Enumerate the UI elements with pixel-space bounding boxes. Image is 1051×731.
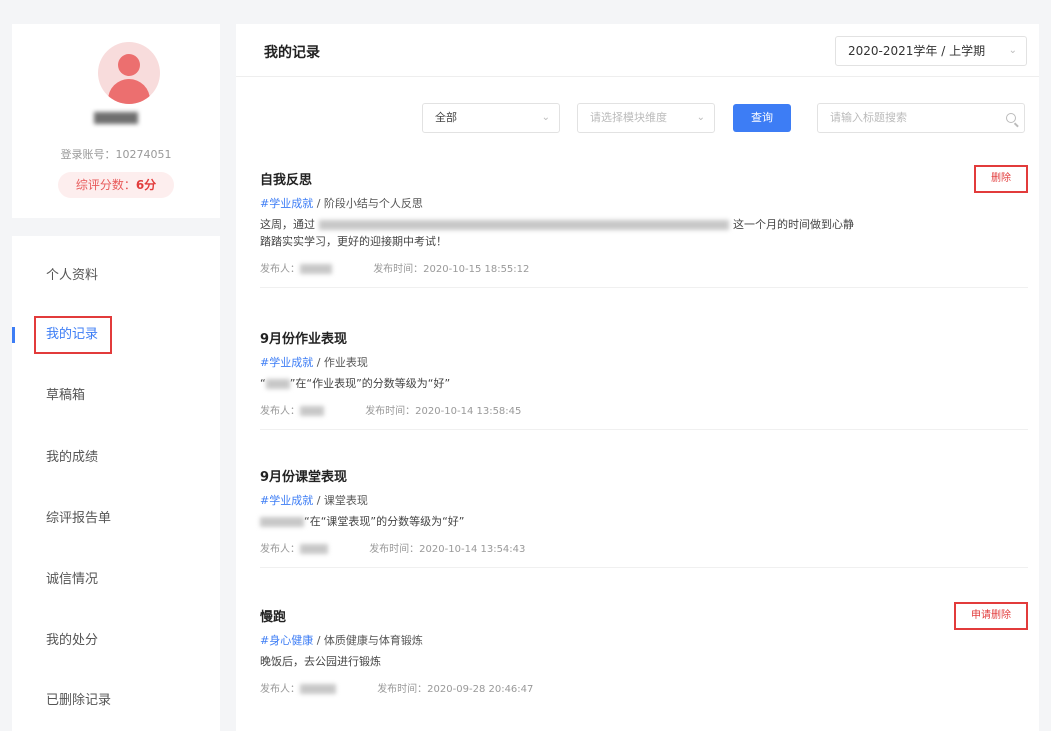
- highlight-box: [34, 316, 112, 354]
- record-meta: 发布人： 发布时间：2020-10-15 18:55:12: [260, 260, 1028, 275]
- record-tag: #学业成就 / 阶段小结与个人反思: [260, 195, 1028, 211]
- request-delete-button[interactable]: 申请删除: [954, 602, 1028, 630]
- profile-card: 登录账号：10274051 综评分数：6分: [12, 24, 220, 218]
- record-category-link[interactable]: #身心健康: [260, 634, 313, 647]
- search-input[interactable]: 请输入标题搜索: [817, 103, 1025, 133]
- record-body: 晚饭后，去公园进行锻炼: [260, 653, 1028, 670]
- record-body-text: 这一个月的时间做到心静: [733, 218, 854, 231]
- publisher-label: 发布人：: [260, 406, 300, 417]
- record-body-text: 踏踏实实学习，更好的迎接期中考试！: [260, 235, 447, 248]
- record-category-link[interactable]: #学业成就: [260, 494, 313, 507]
- record-body: 这周，通过 这一个月的时间做到心静 踏踏实实学习，更好的迎接期中考试！: [260, 216, 1028, 250]
- user-name: [12, 110, 220, 126]
- record-tag: #身心健康 / 体质健康与体育锻炼: [260, 632, 1028, 648]
- record-subcategory: / 体质健康与体育锻炼: [313, 634, 423, 647]
- divider: [236, 76, 1039, 77]
- record-category-link[interactable]: #学业成就: [260, 197, 313, 210]
- redacted-name: [94, 112, 138, 124]
- record-item: 9月份作业表现 #学业成就 / 作业表现 “”在“作业表现”的分数等级为“好” …: [260, 328, 1028, 430]
- page-title: 我的记录: [264, 45, 320, 61]
- record-body: “在“课堂表现”的分数等级为“好”: [260, 513, 1028, 530]
- record-body-text: 这周，通过: [260, 218, 315, 231]
- record-body-text: “在“课堂表现”的分数等级为“好”: [304, 515, 465, 528]
- record-subcategory: / 阶段小结与个人反思: [313, 197, 423, 210]
- publisher-label: 发布人：: [260, 544, 300, 555]
- term-select-value: 2020-2021学年 / 上学期: [848, 44, 986, 58]
- redacted-publisher: [300, 544, 328, 554]
- record-tag: #学业成就 / 作业表现: [260, 354, 1028, 370]
- avatar-body: [108, 79, 150, 104]
- redacted-text: [265, 379, 290, 389]
- redacted-text: [319, 220, 729, 230]
- category-select[interactable]: 全部 ⌄: [422, 103, 560, 133]
- module-select[interactable]: 请选择模块维度 ⌄: [577, 103, 715, 133]
- record-meta: 发布人： 发布时间：2020-10-14 13:58:45: [260, 402, 1028, 417]
- score-label: 综评分数：: [75, 178, 136, 192]
- redacted-publisher: [300, 684, 336, 694]
- sidebar-item-deleted-records[interactable]: 已删除记录: [46, 690, 206, 712]
- record-meta: 发布人： 发布时间：2020-09-28 20:46:47: [260, 680, 1028, 695]
- active-indicator: [12, 327, 15, 343]
- redacted-text: [260, 517, 304, 527]
- record-tag: #学业成就 / 课堂表现: [260, 492, 1028, 508]
- query-button[interactable]: 查询: [733, 104, 791, 132]
- sidebar-item-report-card[interactable]: 综评报告单: [46, 508, 206, 530]
- record-title: 自我反思: [260, 173, 313, 188]
- account-number: 登录账号：10274051: [60, 148, 172, 161]
- sidebar-item-penalties[interactable]: 我的处分: [46, 630, 206, 652]
- sidebar-item-drafts[interactable]: 草稿箱: [46, 385, 206, 407]
- sidebar-item-profile[interactable]: 个人资料: [46, 265, 206, 287]
- search-icon[interactable]: [1006, 113, 1016, 123]
- main-panel: 我的记录 2020-2021学年 / 上学期 ⌄ 全部 ⌄ 请选择模块维度 ⌄ …: [236, 24, 1039, 731]
- record-body-text: 晚饭后，去公园进行锻炼: [260, 655, 381, 668]
- record-item: 自我反思 #学业成就 / 阶段小结与个人反思 这周，通过 这一个月的时间做到心静 …: [260, 165, 1028, 288]
- record-category-link[interactable]: #学业成就: [260, 356, 313, 369]
- publish-time: 发布时间：2020-10-15 18:55:12: [373, 264, 530, 275]
- divider: [260, 567, 1028, 568]
- record-title: 9月份课堂表现: [260, 470, 348, 485]
- publish-time: 发布时间：2020-10-14 13:54:43: [369, 544, 526, 555]
- divider: [260, 287, 1028, 288]
- score-value: 6分: [135, 178, 157, 192]
- record-item: 9月份课堂表现 #学业成就 / 课堂表现 “在“课堂表现”的分数等级为“好” 发…: [260, 466, 1028, 568]
- publish-time: 发布时间：2020-09-28 20:46:47: [377, 684, 534, 695]
- record-item: 慢跑 #身心健康 / 体质健康与体育锻炼 晚饭后，去公园进行锻炼 发布人： 发布…: [260, 602, 1028, 695]
- record-title: 慢跑: [260, 610, 287, 625]
- record-body: “”在“作业表现”的分数等级为“好”: [260, 375, 1028, 392]
- delete-button[interactable]: 删除: [974, 165, 1028, 193]
- term-select[interactable]: 2020-2021学年 / 上学期 ⌄: [835, 36, 1027, 66]
- sidebar-nav: 个人资料 我的记录 草稿箱 我的成绩 综评报告单 诚信情况 我的处分 已删除记录: [12, 236, 220, 731]
- redacted-publisher: [300, 406, 324, 416]
- record-meta: 发布人： 发布时间：2020-10-14 13:54:43: [260, 540, 1028, 555]
- search-placeholder: 请输入标题搜索: [830, 111, 907, 124]
- publisher-label: 发布人：: [260, 264, 300, 275]
- chevron-down-icon: ⌄: [541, 112, 550, 123]
- avatar-head: [118, 54, 140, 76]
- record-subcategory: / 课堂表现: [313, 494, 368, 507]
- record-subcategory: / 作业表现: [313, 356, 368, 369]
- record-body-text: ”在“作业表现”的分数等级为“好”: [289, 377, 451, 390]
- chevron-down-icon: ⌄: [696, 112, 705, 123]
- redacted-publisher: [300, 264, 332, 274]
- publish-time: 发布时间：2020-10-14 13:58:45: [365, 406, 522, 417]
- avatar: [98, 42, 160, 104]
- category-select-value: 全部: [435, 111, 457, 124]
- record-title: 9月份作业表现: [260, 332, 348, 347]
- score-badge: 综评分数：6分: [58, 172, 174, 198]
- module-select-placeholder: 请选择模块维度: [590, 111, 667, 124]
- divider: [260, 429, 1028, 430]
- sidebar-item-integrity[interactable]: 诚信情况: [46, 569, 206, 591]
- chevron-down-icon: ⌄: [1008, 45, 1017, 56]
- publisher-label: 发布人：: [260, 684, 300, 695]
- sidebar-item-grades[interactable]: 我的成绩: [46, 447, 206, 469]
